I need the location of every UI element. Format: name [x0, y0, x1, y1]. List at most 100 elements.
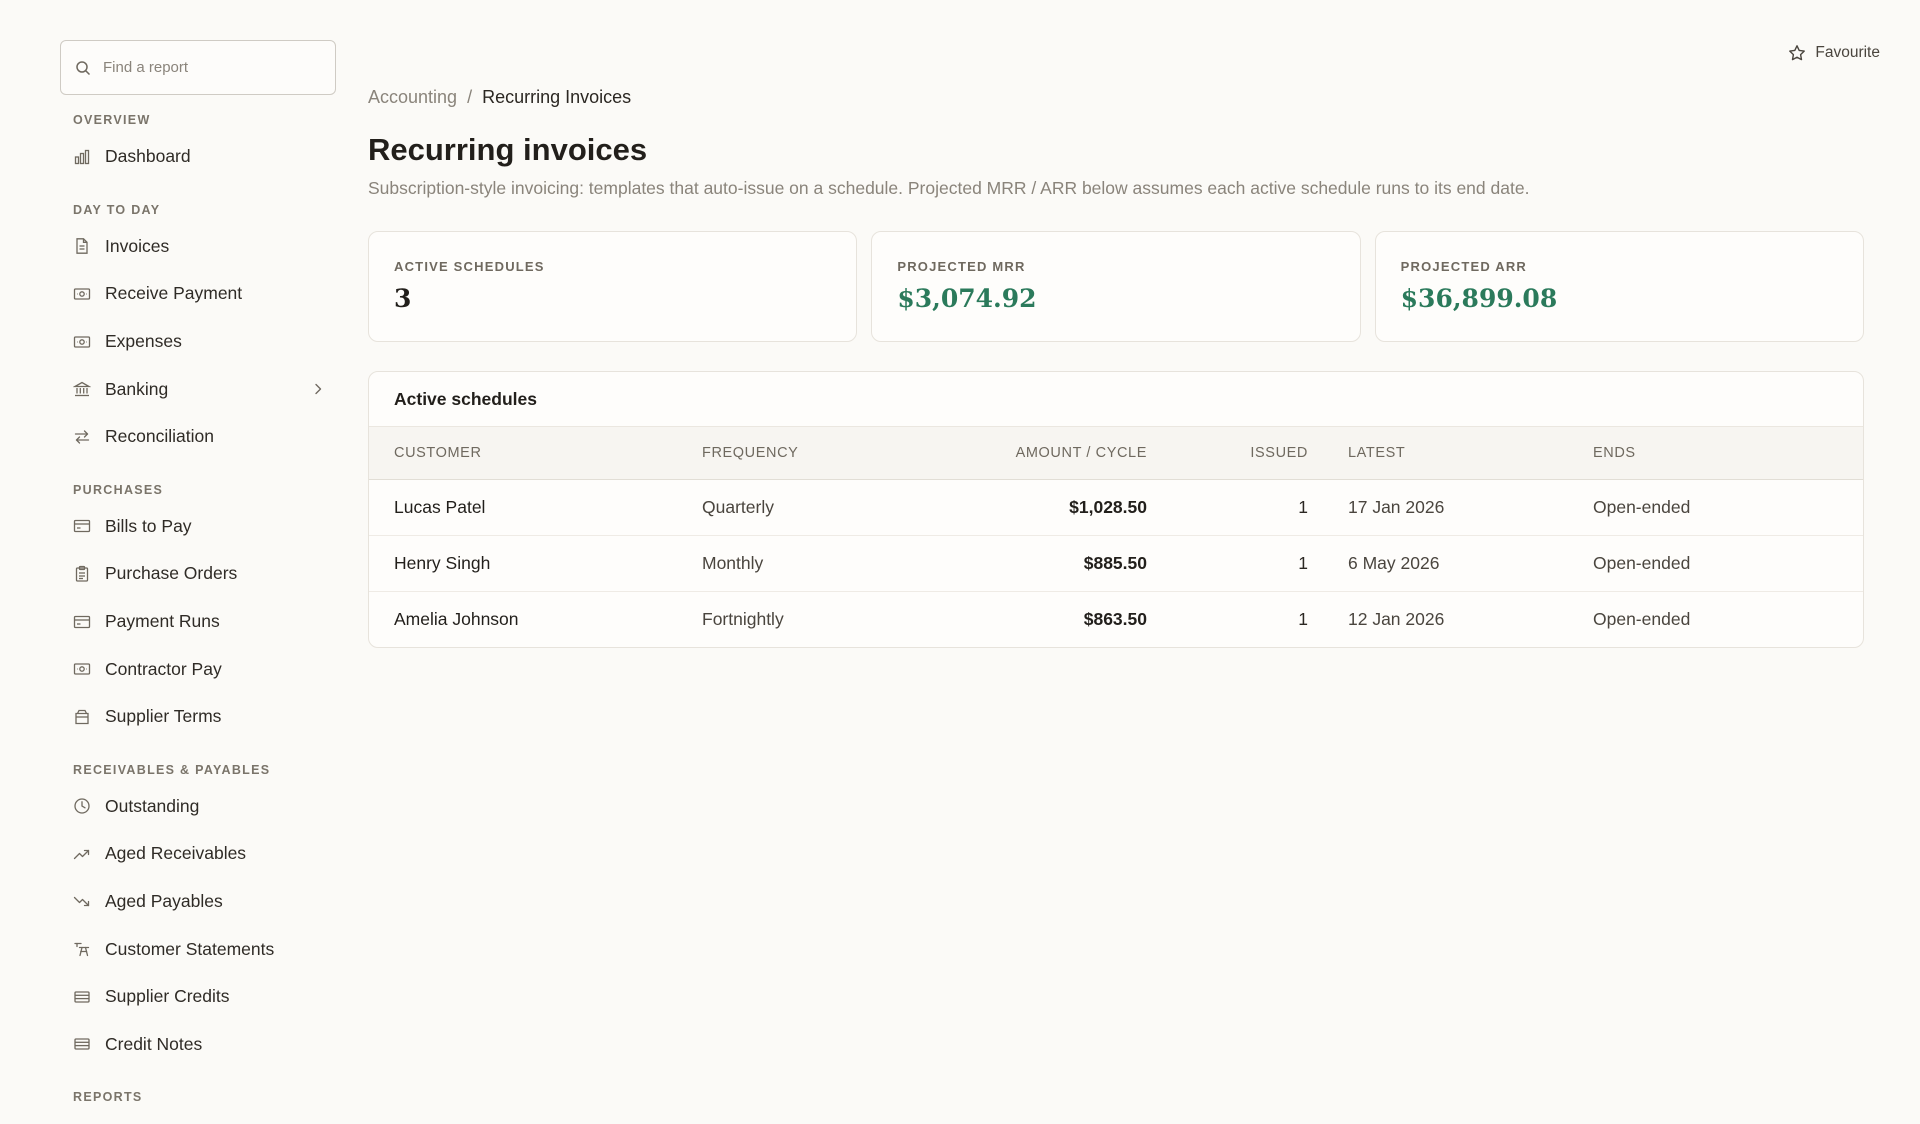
- cell-ends: Open-ended: [1593, 479, 1863, 536]
- sidebar-item-label: Expenses: [105, 331, 182, 352]
- stat-projected-mrr: PROJECTED MRR $3,074.92: [871, 231, 1361, 342]
- section-title: OVERVIEW: [73, 113, 151, 127]
- cell-frequency: Fortnightly: [702, 608, 784, 629]
- sidebar-item-label: Reconciliation: [105, 426, 214, 447]
- card-title: Active schedules: [369, 372, 1863, 427]
- column-header-issued[interactable]: ISSUED: [1147, 427, 1308, 480]
- cell-issued: 1: [1298, 608, 1308, 629]
- table-row[interactable]: Lucas Patel Quarterly $1,028.50 1 17 Jan…: [369, 479, 1863, 536]
- column-header-latest[interactable]: LATEST: [1348, 427, 1593, 480]
- stat-label: ACTIVE SCHEDULES: [394, 259, 545, 274]
- section-title: PURCHASES: [73, 482, 164, 497]
- sidebar-item-label: Aged Payables: [105, 891, 223, 912]
- stat-label: PROJECTED MRR: [897, 259, 1026, 274]
- wallet-icon: [73, 708, 91, 726]
- stack-icon: [73, 988, 91, 1006]
- bank-icon: [73, 380, 91, 398]
- column-header-frequency[interactable]: FREQUENCY: [702, 427, 942, 480]
- cell-customer: Amelia Johnson: [394, 608, 519, 629]
- credit-card-icon: [73, 613, 91, 631]
- sidebar-item-dashboard[interactable]: Dashboard: [60, 133, 336, 181]
- cell-customer: Lucas Patel: [369, 479, 702, 536]
- sidebar-nav: OVERVIEW Dashboard DAY TO DAY Invoices R…: [60, 113, 336, 1104]
- column-header-amount[interactable]: AMOUNT / CYCLE: [942, 427, 1147, 480]
- chevron-right-icon[interactable]: [310, 381, 326, 397]
- table-row[interactable]: Amelia Johnson Fortnightly $863.50 1 12 …: [369, 591, 1863, 647]
- cell-issued: 1: [1147, 479, 1308, 536]
- sidebar: OVERVIEW Dashboard DAY TO DAY Invoices R…: [0, 0, 348, 1124]
- banknote-icon: [73, 660, 91, 678]
- sidebar-item-label: Supplier Credits: [105, 986, 230, 1007]
- column-header-ends[interactable]: ENDS: [1593, 427, 1863, 480]
- sidebar-item-credit-notes[interactable]: Credit Notes: [60, 1021, 336, 1069]
- document-icon: [73, 237, 91, 255]
- sidebar-item-label: Receive Payment: [105, 283, 243, 304]
- sidebar-item-supplier-credits[interactable]: Supplier Credits: [60, 973, 336, 1021]
- star-icon: [1789, 45, 1806, 61]
- cell-amount: $1,028.50: [942, 479, 1147, 536]
- search-icon: [76, 60, 91, 75]
- sidebar-item-purchase-orders[interactable]: Purchase Orders: [60, 550, 336, 598]
- sidebar-item-aged-payables[interactable]: Aged Payables: [60, 878, 336, 926]
- cell-customer: Henry Singh: [369, 535, 702, 592]
- sidebar-item-label: Customer Statements: [105, 938, 275, 959]
- stack-icon: [73, 1035, 91, 1053]
- stat-value: $3,074.92: [897, 284, 1037, 313]
- section-title: RECEIVABLES & PAYABLES: [73, 762, 271, 777]
- sidebar-item-label: Payment Runs: [105, 611, 220, 632]
- active-schedules-card: Active schedules CUSTOMER FREQUENCY AMOU…: [368, 371, 1864, 648]
- trend-up-icon: [73, 845, 91, 863]
- sidebar-item-expenses[interactable]: Expenses: [60, 318, 336, 366]
- cell-frequency: Quarterly: [702, 479, 942, 536]
- cell-amount: $863.50: [1083, 608, 1147, 629]
- sidebar-item-contractor-pay[interactable]: Contractor Pay: [60, 645, 336, 693]
- sidebar-item-receive-payment[interactable]: Receive Payment: [60, 270, 336, 318]
- report-search[interactable]: [60, 40, 336, 95]
- sidebar-item-reconciliation[interactable]: Reconciliation: [60, 413, 336, 461]
- sidebar-item-label: Bills to Pay: [105, 515, 192, 536]
- table-row[interactable]: Henry Singh Monthly $885.50 1 6 May 2026…: [369, 535, 1863, 592]
- sidebar-item-payment-runs[interactable]: Payment Runs: [60, 598, 336, 646]
- sidebar-item-invoices[interactable]: Invoices: [60, 223, 336, 271]
- cell-frequency: Monthly: [702, 535, 942, 592]
- stat-active-schedules: ACTIVE SCHEDULES 3: [368, 231, 858, 342]
- stat-label: PROJECTED ARR: [1400, 259, 1528, 274]
- sidebar-item-label: Invoices: [105, 235, 170, 256]
- clock-icon: [73, 797, 91, 815]
- cell-latest: 12 Jan 2026: [1348, 608, 1445, 629]
- section-title: DAY TO DAY: [73, 202, 161, 217]
- breadcrumb-parent[interactable]: Accounting: [368, 87, 457, 108]
- sidebar-item-label: Purchase Orders: [105, 563, 238, 584]
- bar-chart-icon: [73, 148, 91, 166]
- sidebar-item-aged-receivables[interactable]: Aged Receivables: [60, 830, 336, 878]
- favourite-label: Favourite: [1815, 44, 1880, 61]
- sidebar-item-label: Dashboard: [105, 146, 191, 167]
- column-header-customer[interactable]: CUSTOMER: [369, 427, 702, 480]
- table-header-row: CUSTOMER FREQUENCY AMOUNT / CYCLE ISSUED…: [369, 427, 1863, 480]
- sidebar-item-label: Aged Receivables: [105, 843, 247, 864]
- cell-latest: 17 Jan 2026: [1348, 479, 1593, 536]
- sidebar-item-bills-to-pay[interactable]: Bills to Pay: [60, 503, 336, 551]
- breadcrumb-separator: /: [467, 87, 473, 107]
- section-title: REPORTS: [73, 1090, 143, 1105]
- schedules-table: CUSTOMER FREQUENCY AMOUNT / CYCLE ISSUED…: [369, 427, 1863, 647]
- favourite-button[interactable]: Favourite: [1788, 44, 1880, 62]
- breadcrumb-current: Recurring Invoices: [482, 87, 632, 107]
- cell-ends: Open-ended: [1593, 608, 1691, 629]
- stat-value: 3: [394, 284, 412, 313]
- main-content: Favourite Accounting / Recurring Invoice…: [368, 0, 1880, 1124]
- credit-card-icon: [73, 517, 91, 535]
- sidebar-item-customer-statements[interactable]: Customer Statements: [60, 925, 336, 973]
- sidebar-item-label: Outstanding: [105, 795, 200, 816]
- sidebar-item-outstanding[interactable]: Outstanding: [60, 783, 336, 831]
- sidebar-item-supplier-terms[interactable]: Supplier Terms: [60, 693, 336, 741]
- cell-ends: Open-ended: [1593, 535, 1863, 592]
- sidebar-item-banking[interactable]: Banking: [60, 365, 336, 413]
- sidebar-item-label: Credit Notes: [105, 1033, 203, 1054]
- sidebar-item-label: Supplier Terms: [105, 706, 222, 727]
- banknote-icon: [73, 285, 91, 303]
- search-input[interactable]: [103, 59, 321, 76]
- page-description: Subscription-style invoicing: templates …: [368, 178, 1530, 198]
- cell-issued: 1: [1147, 535, 1308, 592]
- cell-amount: $885.50: [942, 535, 1147, 592]
